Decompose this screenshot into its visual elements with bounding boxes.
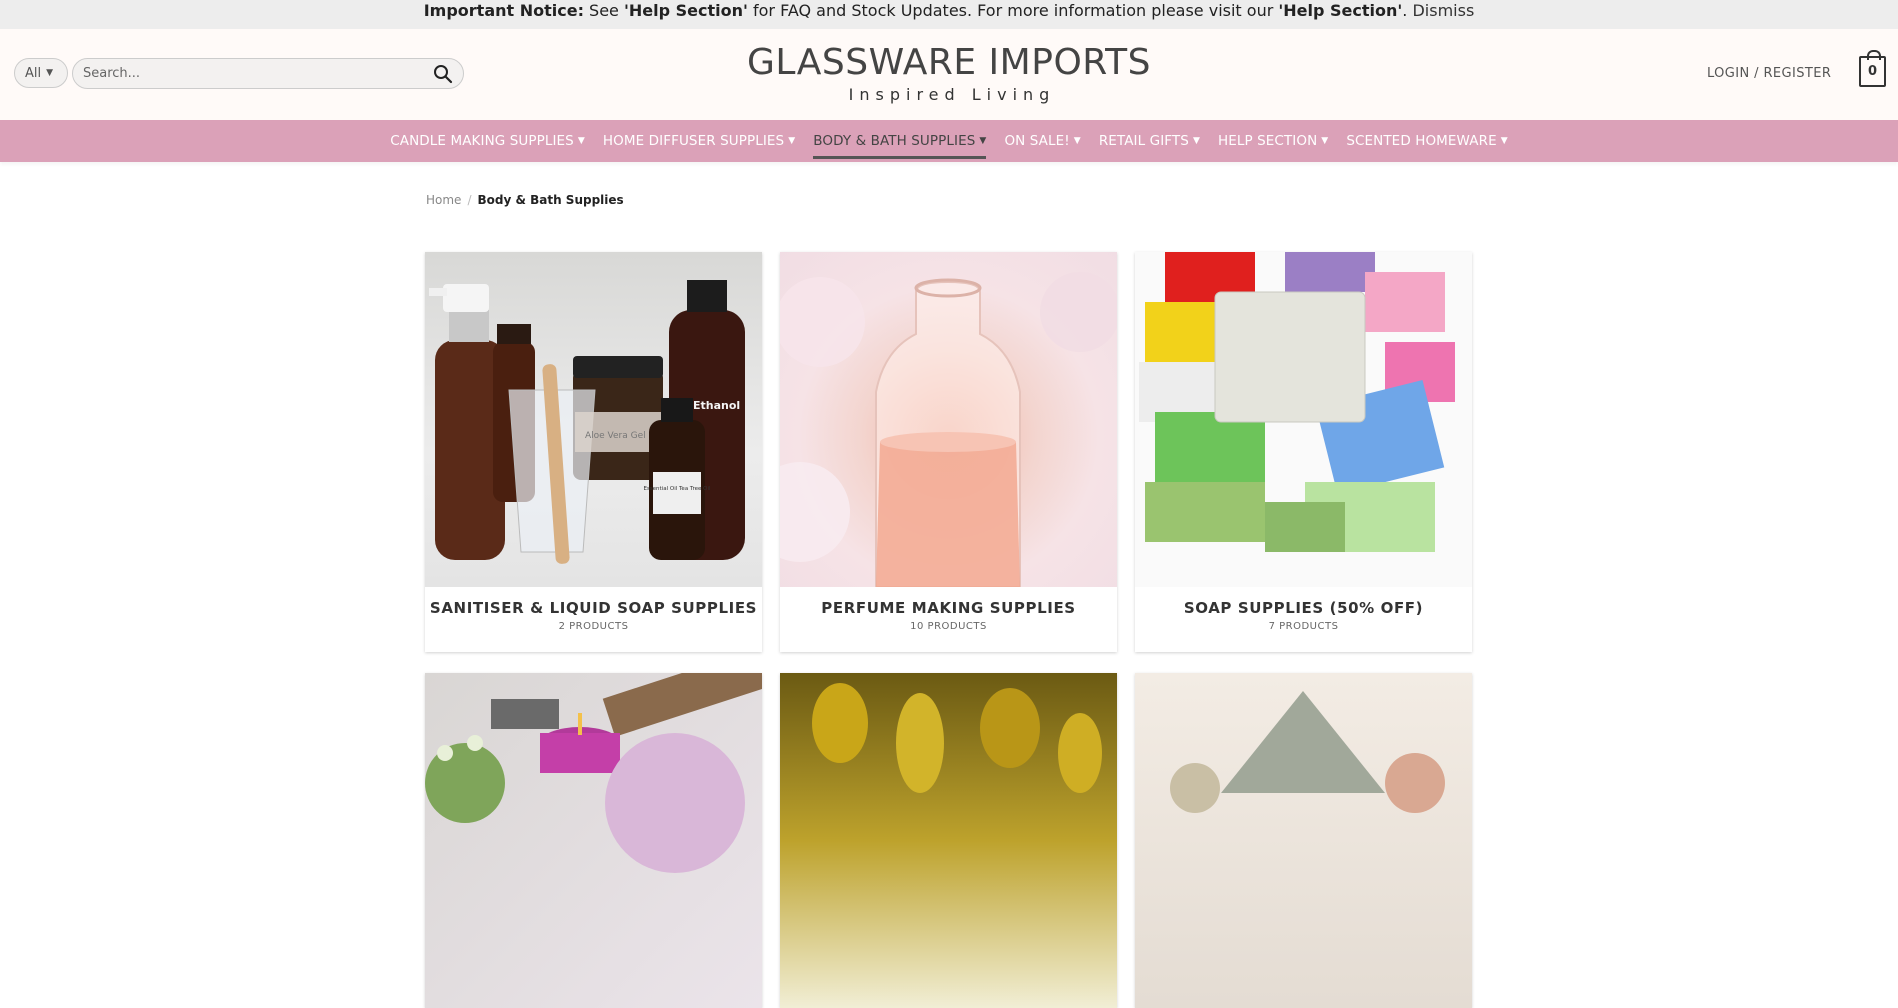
notice-help-link-1[interactable]: 'Help Section' — [624, 1, 748, 20]
category-count: 7 PRODUCTS — [1268, 621, 1339, 632]
category-caption: SANITISER & LIQUID SOAP SUPPLIES 2 PRODU… — [425, 587, 762, 652]
chevron-down-icon: ▼ — [1500, 136, 1508, 146]
category-caption: PERFUME MAKING SUPPLIES 10 PRODUCTS — [780, 587, 1117, 652]
category-title[interactable]: SOAP SUPPLIES (50% OFF) — [1135, 599, 1472, 617]
oil-drops-image[interactable] — [780, 673, 1117, 1008]
nav-item-label: RETAIL GIFTS — [1098, 133, 1189, 149]
category-card-perfume[interactable]: PERFUME MAKING SUPPLIES 10 PRODUCTS — [780, 252, 1117, 652]
breadcrumb: Home / Body & Bath Supplies — [426, 193, 624, 207]
notice-text-2: for FAQ and Stock Updates. For more info… — [747, 1, 1279, 20]
category-title[interactable]: SANITISER & LIQUID SOAP SUPPLIES — [425, 599, 762, 617]
perfume-bottle-image[interactable] — [780, 252, 1117, 587]
nav-item-label: BODY & BATH SUPPLIES — [813, 133, 976, 149]
logo-subtitle: Inspired Living — [848, 85, 1056, 104]
nav-item-body-bath[interactable]: BODY & BATH SUPPLIES ▼ — [804, 120, 995, 162]
notice-text-3: . — [1402, 1, 1413, 20]
category-count: 10 PRODUCTS — [910, 621, 987, 632]
category-card-bath-bombs[interactable] — [425, 673, 762, 1008]
chevron-down-icon: ▼ — [788, 136, 796, 146]
category-card-clay[interactable] — [1135, 673, 1472, 1008]
ethanol-label: Ethanol — [693, 399, 740, 412]
site-logo[interactable]: GLASSWARE IMPORTS Inspired Living — [0, 42, 1898, 105]
nav-item-label: SCENTED HOMEWARE — [1346, 133, 1497, 149]
nav-item-on-sale[interactable]: ON SALE! ▼ — [995, 120, 1089, 162]
category-card-soap[interactable]: SOAP SUPPLIES (50% OFF) 7 PRODUCTS — [1135, 252, 1472, 652]
aloe-label: Aloe Vera Gel — [585, 431, 646, 441]
soap-bars-image[interactable] — [1135, 252, 1472, 587]
chevron-down-icon: ▼ — [1192, 136, 1200, 146]
breadcrumb-home[interactable]: Home — [426, 193, 461, 207]
nav-item-retail-gifts[interactable]: RETAIL GIFTS ▼ — [1090, 120, 1209, 162]
cart-count: 0 — [1867, 64, 1878, 79]
category-caption: SOAP SUPPLIES (50% OFF) 7 PRODUCTS — [1135, 587, 1472, 652]
category-card-sanitiser[interactable]: Ethanol Aloe Vera Gel Essential Oil Tea … — [425, 252, 762, 652]
bath-bombs-candles-image[interactable] — [425, 673, 762, 1008]
nav-item-candle-making[interactable]: CANDLE MAKING SUPPLIES ▼ — [381, 120, 594, 162]
nav-item-label: HOME DIFFUSER SUPPLIES — [602, 133, 785, 149]
logo-title: GLASSWARE IMPORTS — [746, 42, 1152, 83]
dismiss-link[interactable]: Dismiss — [1412, 1, 1474, 20]
category-count: 2 PRODUCTS — [558, 621, 629, 632]
login-register-link[interactable]: LOGIN / REGISTER — [1707, 66, 1831, 81]
sanitiser-bottles-image[interactable]: Ethanol Aloe Vera Gel Essential Oil Tea … — [425, 252, 762, 587]
nav-item-help-section[interactable]: HELP SECTION ▼ — [1209, 120, 1337, 162]
nav-item-label: ON SALE! — [1004, 133, 1070, 149]
nav-item-label: CANDLE MAKING SUPPLIES — [390, 133, 574, 149]
chevron-down-icon: ▼ — [1073, 136, 1081, 146]
notice-label: Important Notice: — [423, 1, 584, 20]
site-header: All ▼ GLASSWARE IMPORTS Inspired Living … — [0, 29, 1898, 120]
breadcrumb-current: Body & Bath Supplies — [477, 193, 624, 207]
chevron-down-icon: ▼ — [979, 136, 987, 146]
clay-powder-image[interactable] — [1135, 673, 1472, 1008]
cart-icon[interactable]: 0 — [1859, 50, 1886, 87]
nav-item-home-diffuser[interactable]: HOME DIFFUSER SUPPLIES ▼ — [594, 120, 804, 162]
main-nav: CANDLE MAKING SUPPLIES ▼ HOME DIFFUSER SU… — [0, 120, 1898, 162]
nav-item-label: HELP SECTION — [1217, 133, 1318, 149]
nav-item-scented-homeware[interactable]: SCENTED HOMEWARE ▼ — [1337, 120, 1516, 162]
breadcrumb-separator: / — [467, 193, 472, 207]
notice-text-1: See — [583, 1, 624, 20]
chevron-down-icon: ▼ — [1321, 136, 1329, 146]
notice-bar: Important Notice: See 'Help Section' for… — [0, 0, 1898, 29]
notice-help-link-2[interactable]: 'Help Section' — [1278, 1, 1402, 20]
category-card-oils[interactable] — [780, 673, 1117, 1008]
chevron-down-icon: ▼ — [577, 136, 585, 146]
category-title[interactable]: PERFUME MAKING SUPPLIES — [780, 599, 1117, 617]
essential-oil-label: Essential Oil Tea Tree Oil — [643, 486, 711, 492]
